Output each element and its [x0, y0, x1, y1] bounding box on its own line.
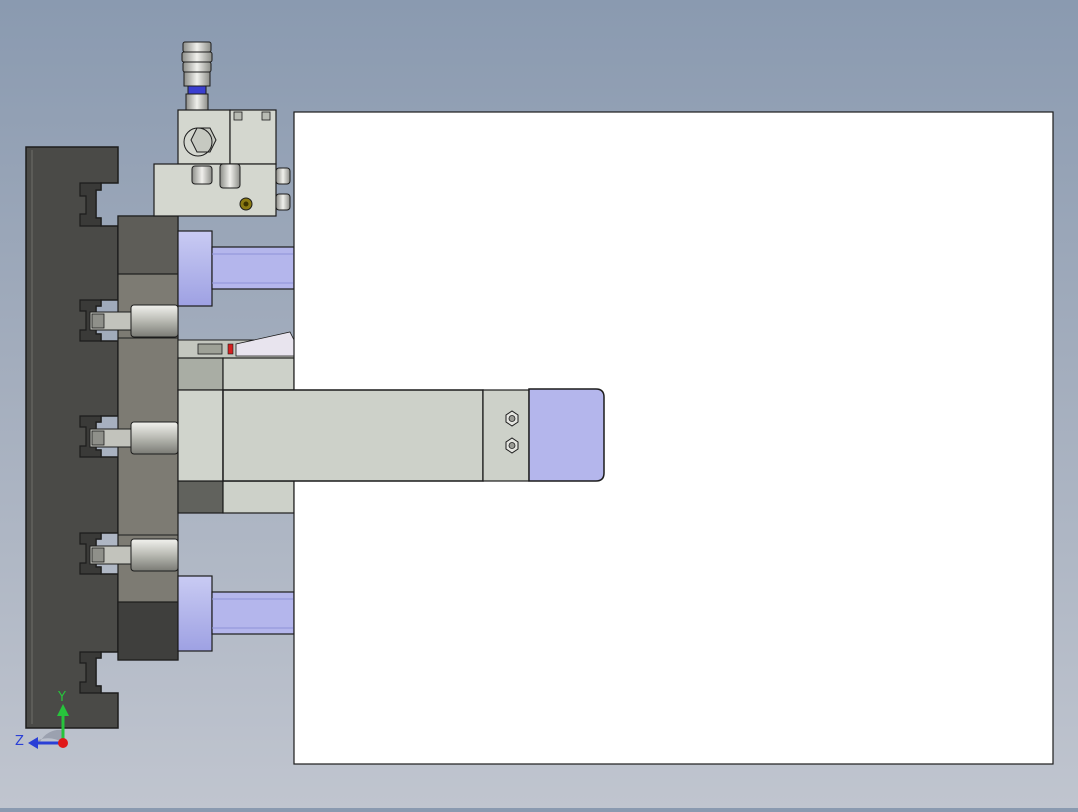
cad-viewport[interactable]: Y Z [0, 0, 1078, 808]
guide-rod-upper [177, 230, 295, 307]
z-axis-label: Z [15, 734, 24, 749]
gripper-tip [528, 388, 605, 482]
guide-rod-lower [177, 575, 295, 652]
cap-screw [89, 421, 179, 455]
sensor-strip [177, 331, 295, 359]
slider-arm [222, 388, 605, 482]
hex-nut [505, 437, 519, 454]
cap-screw [89, 304, 179, 338]
x-axis-dot [58, 738, 68, 748]
hex-nut [505, 410, 519, 427]
cap-screw [89, 538, 179, 572]
manifold-block [153, 163, 291, 217]
z-axis-arrowhead [28, 737, 38, 749]
valve-block [177, 109, 277, 165]
air-fitting-stack [181, 41, 213, 111]
y-axis-label: Y [57, 690, 66, 705]
